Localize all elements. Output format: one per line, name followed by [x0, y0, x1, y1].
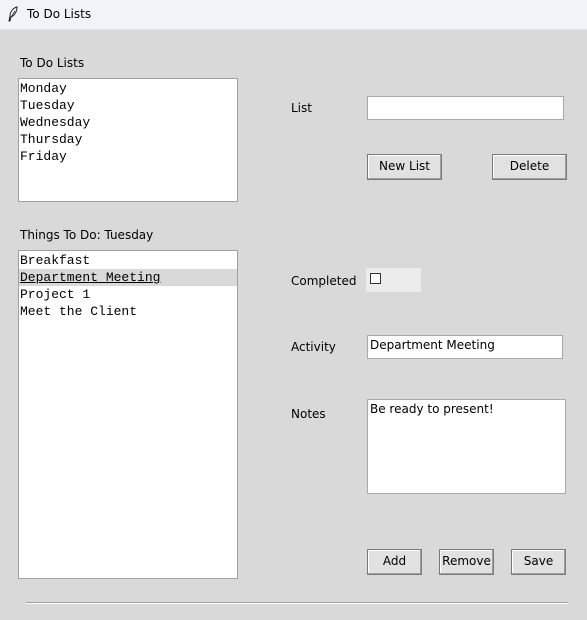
- notes-label: Notes: [291, 407, 326, 421]
- add-button[interactable]: Add: [367, 549, 422, 575]
- completed-checkbox[interactable]: [370, 273, 381, 284]
- list-item[interactable]: Monday: [19, 80, 237, 97]
- things-to-do-label: Things To Do: Tuesday: [20, 228, 154, 242]
- list-item[interactable]: Thursday: [19, 131, 237, 148]
- list-label: List: [291, 101, 312, 115]
- list-item[interactable]: Wednesday: [19, 114, 237, 131]
- bottom-separator: [26, 602, 568, 604]
- things-to-do-listbox[interactable]: Breakfast Department Meeting Project 1 M…: [18, 250, 238, 579]
- activity-label: Activity: [291, 340, 336, 354]
- list-item[interactable]: Breakfast: [19, 252, 237, 269]
- remove-button[interactable]: Remove: [439, 549, 494, 575]
- list-item[interactable]: Project 1: [19, 286, 237, 303]
- delete-button[interactable]: Delete: [492, 154, 567, 180]
- to-do-lists-listbox[interactable]: Monday Tuesday Wednesday Thursday Friday: [18, 78, 238, 202]
- title-bar: To Do Lists: [0, 0, 587, 30]
- list-name-input[interactable]: [367, 96, 564, 120]
- save-button[interactable]: Save: [511, 549, 566, 575]
- list-item[interactable]: Tuesday: [19, 97, 237, 114]
- window-title: To Do Lists: [27, 7, 92, 21]
- new-list-button[interactable]: New List: [367, 154, 442, 180]
- completed-checkbox-area[interactable]: [366, 268, 421, 292]
- notes-textarea[interactable]: Be ready to present!: [367, 399, 566, 494]
- feather-icon: [8, 6, 18, 22]
- to-do-lists-label: To Do Lists: [20, 56, 85, 70]
- list-item-selected[interactable]: Department Meeting: [19, 269, 237, 286]
- list-item[interactable]: Friday: [19, 148, 237, 165]
- activity-input[interactable]: Department Meeting: [367, 335, 563, 359]
- completed-label: Completed: [291, 274, 357, 288]
- list-item[interactable]: Meet the Client: [19, 303, 237, 320]
